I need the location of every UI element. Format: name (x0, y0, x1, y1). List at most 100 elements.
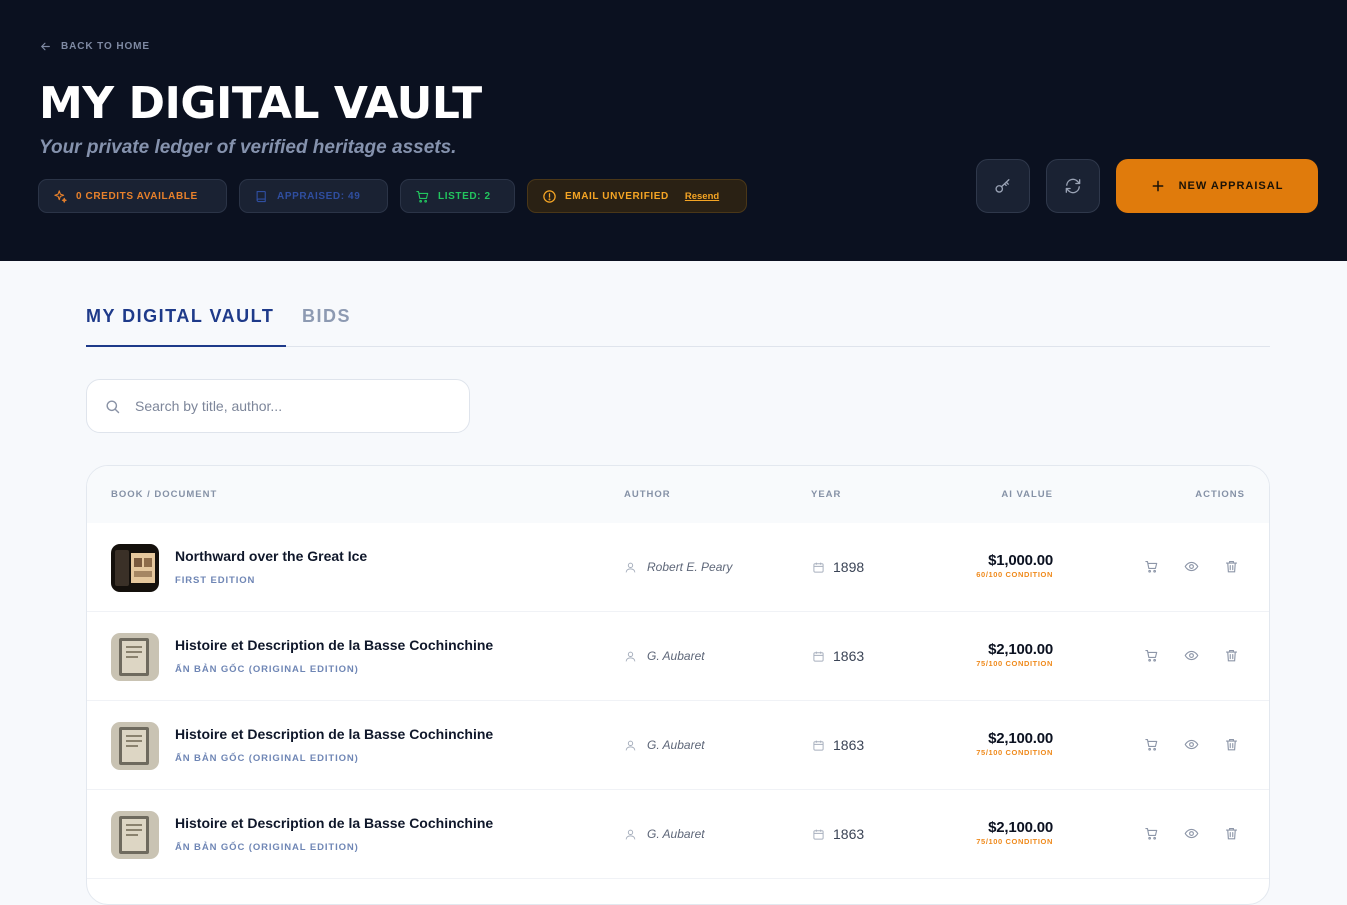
cart-icon (1145, 738, 1158, 751)
table-row[interactable]: Histoire et Description de la Basse Coch… (87, 701, 1269, 790)
row-actions (1144, 826, 1239, 841)
refresh-icon (1065, 178, 1081, 194)
author-cell: G. Aubaret (624, 649, 705, 663)
credits-label: 0 CREDITS AVAILABLE (76, 190, 198, 202)
delete-button[interactable] (1224, 648, 1239, 663)
book-title: Histoire et Description de la Basse Coch… (175, 815, 494, 831)
column-header-year: YEAR (811, 489, 842, 500)
search-input[interactable] (135, 398, 435, 414)
year-cell: 1863 (812, 648, 864, 664)
page-header: BACK TO HOME MY DIGITAL VAULT Your priva… (0, 0, 1347, 261)
appraised-label: APPRAISED: 49 (277, 190, 361, 202)
ai-value-price: $2,100.00 (988, 641, 1053, 658)
back-to-home-link[interactable]: BACK TO HOME (39, 40, 150, 53)
vault-table: BOOK / DOCUMENT AUTHOR YEAR AI VALUE ACT… (86, 465, 1270, 905)
condition-score: 75/100 CONDITION (976, 748, 1053, 757)
alert-circle-icon (543, 189, 556, 203)
author-name: Robert E. Peary (647, 560, 733, 574)
column-header-author: AUTHOR (624, 489, 671, 500)
appraised-badge: APPRAISED: 49 (239, 179, 388, 213)
author-cell: G. Aubaret (624, 827, 705, 841)
refresh-button[interactable] (1046, 159, 1100, 213)
cart-icon (1145, 649, 1158, 662)
email-status-badge: EMAIL UNVERIFIED Resend (527, 179, 747, 213)
delete-button[interactable] (1224, 826, 1239, 841)
book-title: Northward over the Great Ice (175, 548, 368, 564)
eye-icon (1184, 739, 1199, 750)
author-name: G. Aubaret (647, 738, 705, 752)
key-button[interactable] (976, 159, 1030, 213)
year-cell: 1863 (812, 826, 864, 842)
user-icon (625, 651, 636, 661)
ai-value-cell: $2,100.00 75/100 CONDITION (976, 819, 1053, 846)
author-cell: G. Aubaret (624, 738, 705, 752)
credits-badge: 0 CREDITS AVAILABLE (38, 179, 227, 213)
author-cell: Robert E. Peary (624, 560, 732, 574)
book-edition: FIRST EDITION (175, 575, 256, 586)
new-appraisal-button[interactable]: NEW APPRAISAL (1116, 159, 1318, 213)
cart-icon (1145, 560, 1158, 573)
back-to-home-label: BACK TO HOME (61, 41, 150, 52)
book-thumbnail (111, 633, 159, 681)
delete-button[interactable] (1224, 559, 1239, 574)
book-thumbnail (111, 722, 159, 770)
sparkles-icon (54, 189, 67, 203)
delete-button[interactable] (1224, 737, 1239, 752)
view-button[interactable] (1184, 559, 1199, 574)
author-name: G. Aubaret (647, 827, 705, 841)
book-icon (256, 190, 266, 202)
cart-icon (416, 190, 429, 203)
condition-score: 75/100 CONDITION (976, 659, 1053, 668)
user-icon (625, 829, 636, 839)
search-icon (106, 399, 120, 413)
key-icon (995, 179, 1010, 193)
arrow-left-icon (41, 42, 50, 51)
ai-value-price: $2,100.00 (988, 730, 1053, 747)
trash-icon (1225, 827, 1238, 840)
calendar-icon (813, 562, 824, 573)
cart-icon (1145, 827, 1158, 840)
year-value: 1863 (833, 826, 865, 842)
book-thumbnail (111, 811, 159, 859)
book-thumbnail (111, 544, 159, 592)
listed-badge: LISTED: 2 (400, 179, 515, 213)
trash-icon (1225, 649, 1238, 662)
view-button[interactable] (1184, 648, 1199, 663)
tab-bids[interactable]: BIDS (302, 306, 351, 327)
view-button[interactable] (1184, 737, 1199, 752)
year-value: 1863 (833, 648, 865, 664)
view-button[interactable] (1184, 826, 1199, 841)
table-row[interactable]: Histoire et Description de la Basse Coch… (87, 612, 1269, 701)
ai-value-cell: $2,100.00 75/100 CONDITION (976, 730, 1053, 757)
column-header-book: BOOK / DOCUMENT (111, 489, 218, 500)
table-row[interactable]: Northward over the Great Ice FIRST EDITI… (87, 523, 1269, 612)
table-header: BOOK / DOCUMENT AUTHOR YEAR AI VALUE ACT… (87, 466, 1269, 523)
new-appraisal-label: NEW APPRAISAL (1178, 180, 1284, 192)
calendar-icon (813, 740, 824, 751)
column-header-ai-value: AI VALUE (1001, 489, 1053, 500)
tab-my-digital-vault[interactable]: MY DIGITAL VAULT (86, 306, 286, 347)
year-value: 1898 (833, 559, 865, 575)
page-title: MY DIGITAL VAULT (39, 78, 482, 129)
book-title: Histoire et Description de la Basse Coch… (175, 637, 494, 653)
list-for-sale-button[interactable] (1144, 826, 1159, 841)
column-header-actions: ACTIONS (1195, 489, 1245, 500)
table-row[interactable]: Histoire et Description de la Basse Coch… (87, 790, 1269, 879)
tab-bar: MY DIGITAL VAULT BIDS (86, 300, 1270, 347)
list-for-sale-button[interactable] (1144, 648, 1159, 663)
eye-icon (1184, 561, 1199, 572)
year-cell: 1898 (812, 559, 864, 575)
year-value: 1863 (833, 737, 865, 753)
list-for-sale-button[interactable] (1144, 559, 1159, 574)
resend-email-link[interactable]: Resend (685, 191, 719, 202)
row-actions (1144, 559, 1239, 574)
book-edition: ẤN BẢN GỐC (ORIGINAL EDITION) (175, 753, 359, 764)
list-for-sale-button[interactable] (1144, 737, 1159, 752)
page-subtitle: Your private ledger of verified heritage… (39, 137, 457, 158)
author-name: G. Aubaret (647, 649, 705, 663)
eye-icon (1184, 828, 1199, 839)
ai-value-price: $1,000.00 (988, 552, 1053, 569)
condition-score: 75/100 CONDITION (976, 837, 1053, 846)
condition-score: 60/100 CONDITION (976, 570, 1053, 579)
ai-value-price: $2,100.00 (988, 819, 1053, 836)
